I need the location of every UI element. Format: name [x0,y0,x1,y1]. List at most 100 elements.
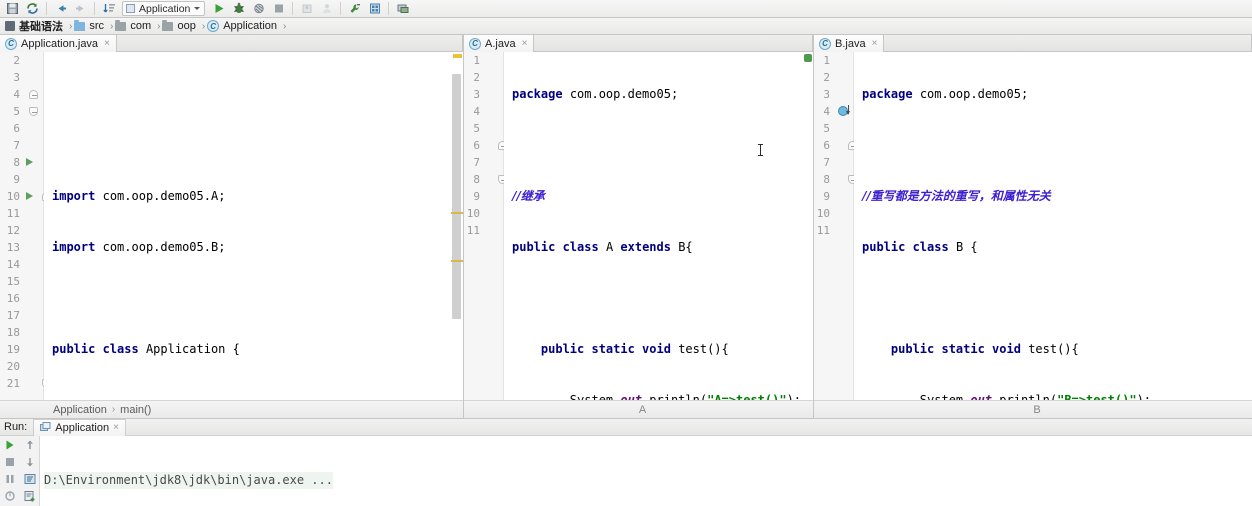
breadcrumb-label: src [89,20,105,32]
line-number: 20 [6,360,20,373]
tab-bar-empty-space [884,35,1252,51]
editor-split-area: C Application.java × 2 3 4 5 6 7 8 9 10 … [0,35,1252,418]
run-class-gutter-icon[interactable] [26,158,33,166]
scroll-up-icon[interactable] [23,438,37,452]
line-number: 5 [473,122,480,135]
line-number: 13 [6,241,20,254]
sort-icon[interactable] [99,1,118,17]
line-number: 8 [13,156,20,169]
structure-icon[interactable] [365,1,384,17]
line-number: 4 [13,88,20,101]
close-icon[interactable]: × [872,38,878,49]
code-line: import com.oop.demo05.B; [52,240,226,254]
stop-icon[interactable] [3,455,17,469]
rerun-icon[interactable] [3,438,17,452]
tab-label: B.java [835,37,866,50]
main-toolbar: Application [0,0,1252,18]
console-actions-gutter [20,436,40,506]
settings-icon[interactable] [393,1,412,17]
pause-icon[interactable] [3,472,17,486]
run-main-gutter-icon[interactable] [26,192,33,200]
close-icon[interactable]: × [113,422,119,433]
status-crumb[interactable]: B [822,404,1252,416]
chevron-down-icon[interactable] [194,7,201,10]
tab-b-java[interactable]: C B.java × [814,35,885,52]
status-breadcrumb-pane3: B [814,400,1252,418]
close-icon[interactable]: × [104,38,110,49]
breadcrumb-item-src[interactable]: src [72,18,110,35]
line-number: 2 [823,71,830,84]
toolbar-separator [340,2,342,15]
build-icon[interactable] [345,1,364,17]
console-area: D:\Environment\jdk8\jdk\bin\java.exe ...… [0,436,1252,506]
console-output[interactable]: D:\Environment\jdk8\jdk\bin\java.exe ...… [40,436,1252,506]
code-text-pane1[interactable]: import com.oop.demo05.A; import com.oop.… [44,52,463,400]
line-number: 3 [473,88,480,101]
status-crumb[interactable]: A [472,404,813,416]
line-number-gutter-pane3[interactable]: 1 2 3 4 5 6 7 8 9 10 11 [814,52,857,400]
code-line: public class A extends B{ [512,240,693,254]
code-line: public static void test(){ [890,342,1079,356]
tab-label: A.java [485,37,516,50]
tab-application-java[interactable]: C Application.java × [0,35,117,52]
dump-icon[interactable] [3,489,17,503]
editor-scrollbar-pane1[interactable] [450,52,463,400]
line-number: 10 [816,207,830,220]
line-number: 6 [823,139,830,152]
line-number: 1 [473,54,480,67]
status-breadcrumb-pane2: A [464,400,813,418]
sync-icon[interactable] [23,1,42,17]
status-breadcrumb-pane1: Application › main() [0,400,463,418]
warning-stripe[interactable] [453,54,462,58]
close-icon[interactable]: × [522,38,528,49]
line-number-gutter-pane2[interactable]: 1 2 3 4 5 6 7 8 9 10 11 [464,52,507,400]
breadcrumb-item-module[interactable]: 基础语法 [3,18,69,35]
status-crumb[interactable]: Application [53,404,107,416]
tab-a-java[interactable]: C A.java × [464,35,535,52]
breadcrumb-item-oop[interactable]: oop [160,18,201,35]
breadcrumb-item-class[interactable]: C Application [205,18,283,35]
run-tab-label: Application [55,421,110,434]
debug-icon[interactable] [229,1,248,17]
status-crumb[interactable]: main() [120,404,151,416]
inspection-ok-indicator[interactable] [804,54,812,62]
code-area-pane3[interactable]: 1 2 3 4 5 6 7 8 9 10 11 package com.oop.… [814,52,1252,400]
editor-scrollbar-pane2[interactable] [800,52,813,400]
code-text-pane3[interactable]: package com.oop.demo05; //重写都是方法的重写，和属性无… [854,52,1252,400]
breadcrumb-label: Application [223,20,278,32]
code-area-pane2[interactable]: 1 2 3 4 5 6 7 8 9 10 11 package com.oop.… [464,52,813,400]
save-icon[interactable] [3,1,22,17]
soft-wrap-icon[interactable] [23,472,37,486]
print-icon[interactable] [23,489,37,503]
run-icon[interactable] [209,1,228,17]
code-text-pane2[interactable]: package com.oop.demo05; //继承 public clas… [504,52,813,400]
line-number: 2 [473,71,480,84]
line-number: 3 [13,71,20,84]
tab-label: Application.java [21,37,99,50]
line-number-gutter-pane1[interactable]: 2 3 4 5 6 7 8 9 10 11 12 13 14 15 16 17 [0,52,51,400]
code-line: System.out.println("A=>test()"); [569,393,802,400]
line-number: 10 [466,207,480,220]
java-class-icon: C [207,20,220,32]
coverage-icon[interactable] [249,1,268,17]
java-class-icon: C [819,37,831,50]
tab-bar-empty-space [116,35,463,51]
fold-marker-imports[interactable] [29,90,38,99]
back-arrow-icon[interactable] [51,1,70,17]
breadcrumb-item-com[interactable]: com [113,18,157,35]
code-area-pane1[interactable]: 2 3 4 5 6 7 8 9 10 11 12 13 14 15 16 17 [0,52,463,400]
idea-window: Application 基础语法 › src › com › oop › C A… [0,0,1252,506]
code-line: package com.oop.demo05; [862,87,1029,101]
line-number: 14 [6,258,20,271]
run-configuration-selector[interactable]: Application [122,1,206,16]
scrollbar-thumb[interactable] [452,74,461,319]
fold-marker-imports-end[interactable] [29,107,38,116]
forward-arrow-icon[interactable] [71,1,90,17]
run-panel-label: Run: [4,421,28,433]
run-tab-application[interactable]: Application × [33,418,126,436]
scroll-down-icon[interactable] [23,455,37,469]
line-number: 15 [6,275,20,288]
